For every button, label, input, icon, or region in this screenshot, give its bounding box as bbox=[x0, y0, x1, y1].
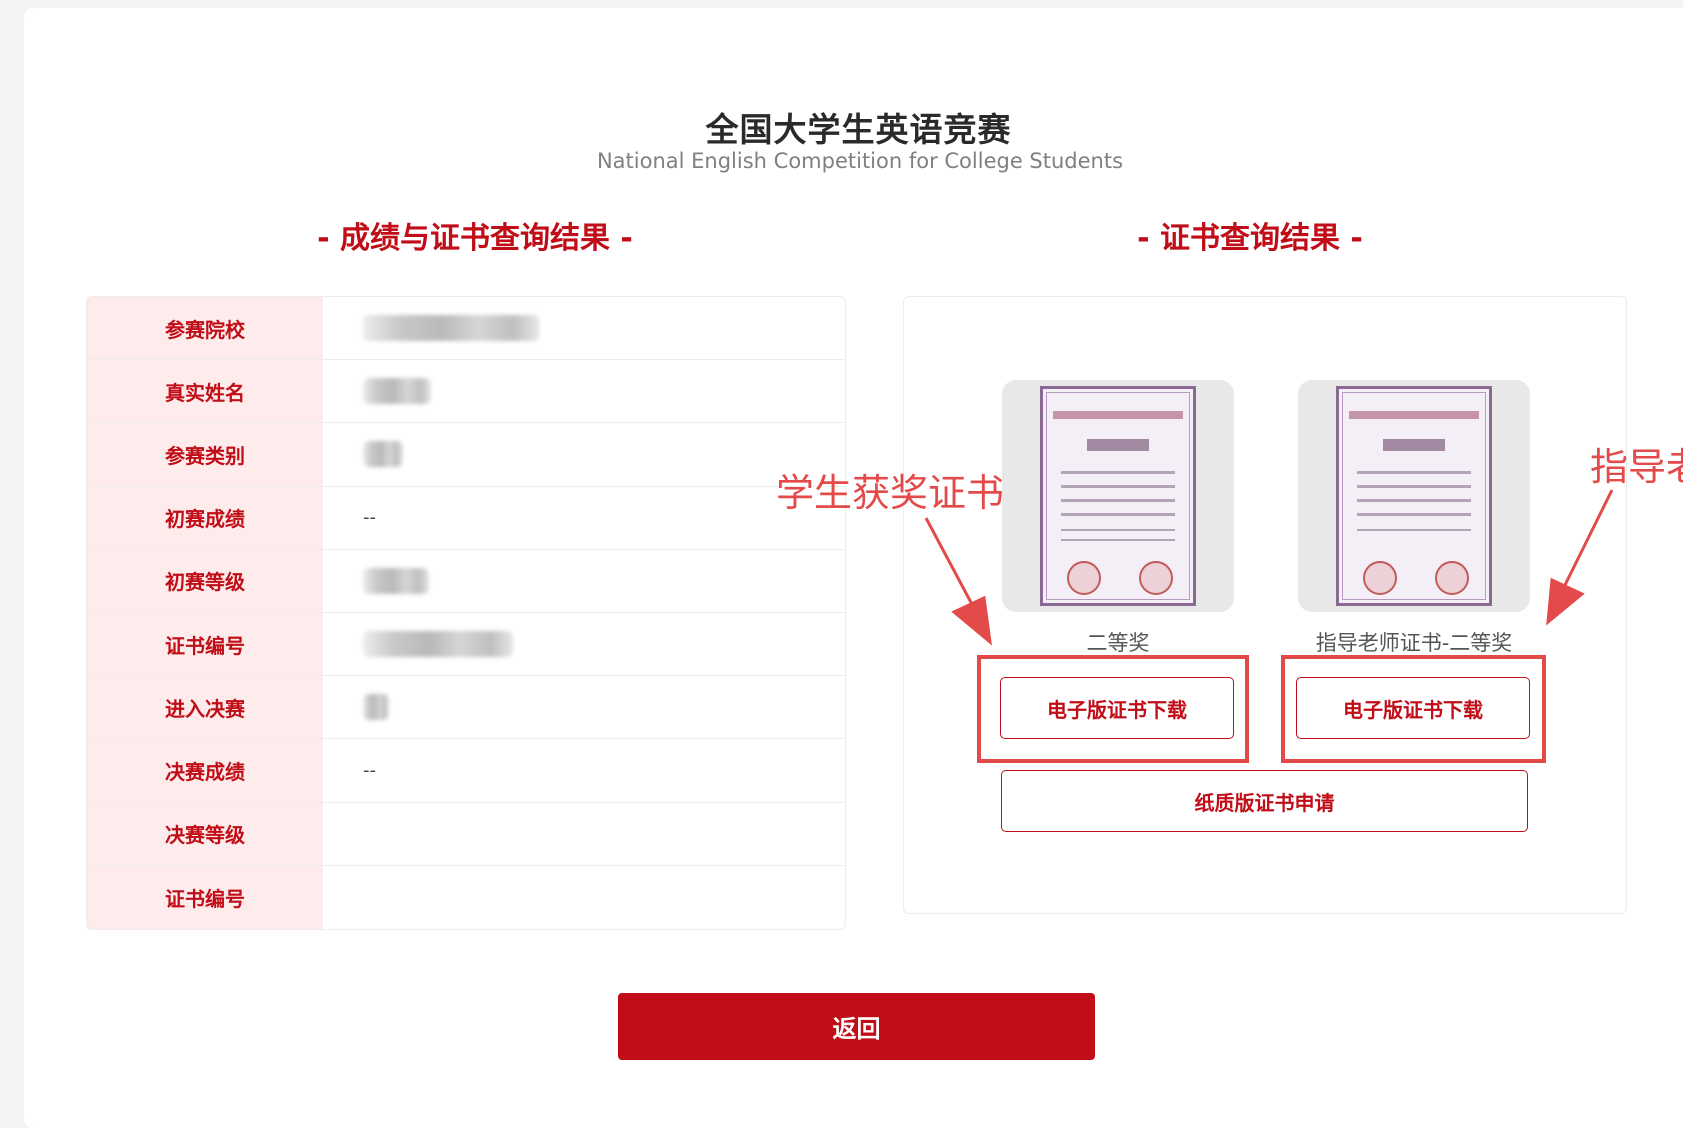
arrow-icon bbox=[924, 517, 993, 646]
annotation-arrows bbox=[924, 489, 1614, 646]
arrow-icon bbox=[1546, 489, 1614, 626]
back-button[interactable]: 返回 bbox=[618, 993, 1095, 1060]
